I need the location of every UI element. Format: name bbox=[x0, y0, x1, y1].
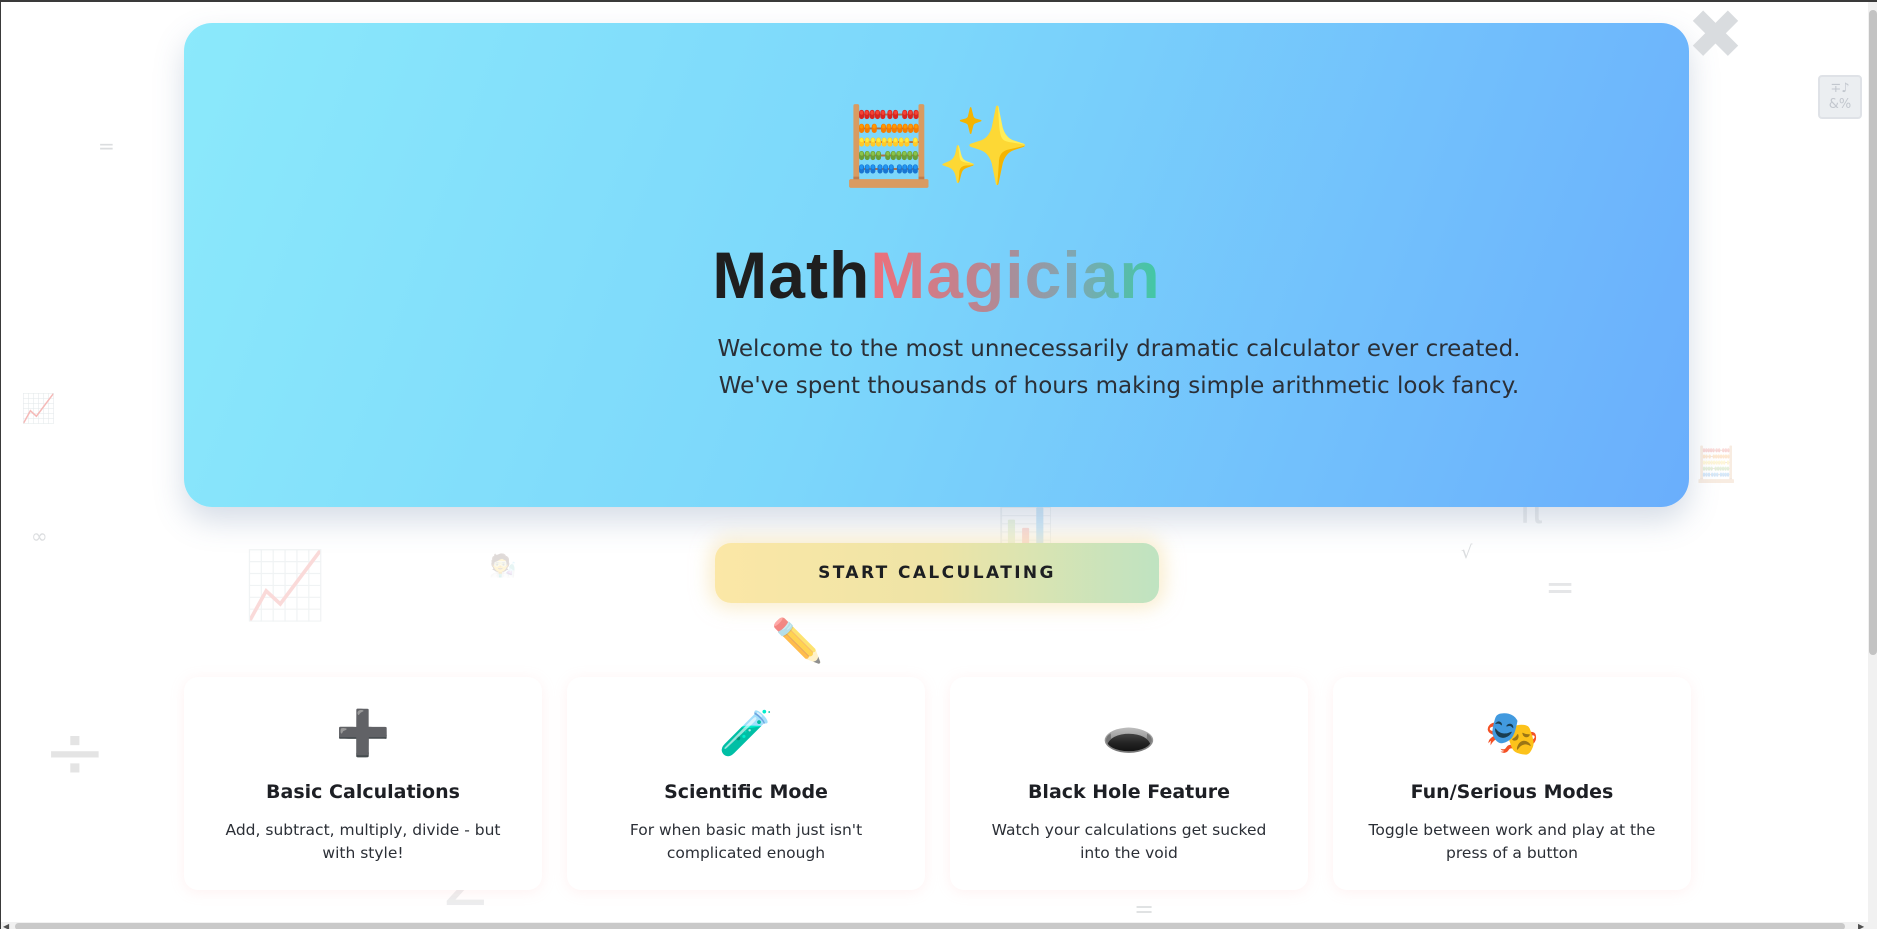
hero-banner: 🧮✨ MathMagician Welcome to the most unne… bbox=[184, 23, 1689, 507]
feature-description: Watch your calculations get sucked into … bbox=[991, 821, 1267, 862]
chart-decoration: 📈 bbox=[21, 392, 56, 425]
feature-card: 🧪 Scientific Mode For when basic math ju… bbox=[567, 677, 925, 890]
title-main: Math bbox=[712, 238, 871, 312]
feature-title: Fun/Serious Modes bbox=[1410, 781, 1614, 803]
feature-title: Scientific Mode bbox=[664, 781, 828, 803]
chart-decoration-large: 📈 bbox=[244, 547, 327, 624]
feature-description: Add, subtract, multiply, divide - but wi… bbox=[225, 821, 501, 862]
feature-description: For when basic math just isn't complicat… bbox=[629, 821, 863, 862]
title-accent: Magician bbox=[870, 238, 1161, 312]
feature-description: Toggle between work and play at the pres… bbox=[1368, 821, 1656, 862]
horizontal-scroll-thumb[interactable] bbox=[15, 923, 1845, 929]
vertical-scrollbar[interactable] bbox=[1868, 2, 1877, 929]
sqrt-decoration: √ bbox=[1461, 542, 1473, 563]
page-viewport: = 📈 ∞ 📈 ÷ 🧑‍🔬 ✏️ 📊 √ = π 🧮 ∑ + = √ ✏️ 🔢 … bbox=[0, 0, 1877, 929]
equals-decoration: = bbox=[98, 134, 115, 158]
scroll-right-icon[interactable]: ▶ bbox=[1858, 922, 1864, 929]
app-title: MathMagician bbox=[184, 237, 1689, 313]
symbols-panel-icon[interactable]: ∓♪ &% bbox=[1818, 75, 1862, 119]
close-icon[interactable]: ✖ bbox=[1687, 2, 1744, 70]
abacus-decoration: 🧮 bbox=[1695, 445, 1738, 485]
equals-decoration-right: = bbox=[1545, 567, 1576, 608]
horizontal-scrollbar[interactable]: ◀ ▶ bbox=[1, 922, 1868, 929]
scientist-decoration: 🧑‍🔬 bbox=[489, 554, 517, 579]
vertical-scroll-thumb[interactable] bbox=[1869, 10, 1877, 655]
feature-title: Basic Calculations bbox=[266, 781, 460, 803]
divide-decoration: ÷ bbox=[43, 707, 107, 796]
theater-masks-icon: 🎭 bbox=[1484, 708, 1540, 759]
start-calculating-button[interactable]: START CALCULATING bbox=[715, 543, 1159, 603]
feature-cards: ➕ Basic Calculations Add, subtract, mult… bbox=[184, 677, 1691, 892]
infinity-decoration: ∞ bbox=[31, 524, 48, 548]
scroll-left-icon[interactable]: ◀ bbox=[3, 922, 9, 929]
feature-card: 🎭 Fun/Serious Modes Toggle between work … bbox=[1333, 677, 1691, 890]
pencil-decoration: ✏️ bbox=[771, 616, 824, 665]
feature-card: ➕ Basic Calculations Add, subtract, mult… bbox=[184, 677, 542, 890]
hero-subtitle: Welcome to the most unnecessarily dramat… bbox=[717, 336, 1521, 399]
abacus-sparkles-icon: 🧮✨ bbox=[841, 101, 1032, 190]
equals-decoration-bottom: = bbox=[1134, 895, 1155, 923]
test-tube-icon: 🧪 bbox=[718, 708, 774, 759]
hole-icon: 🕳️ bbox=[1101, 708, 1157, 759]
plus-icon: ➕ bbox=[335, 708, 391, 759]
feature-title: Black Hole Feature bbox=[1027, 781, 1231, 803]
feature-card: 🕳️ Black Hole Feature Watch your calcula… bbox=[950, 677, 1308, 890]
